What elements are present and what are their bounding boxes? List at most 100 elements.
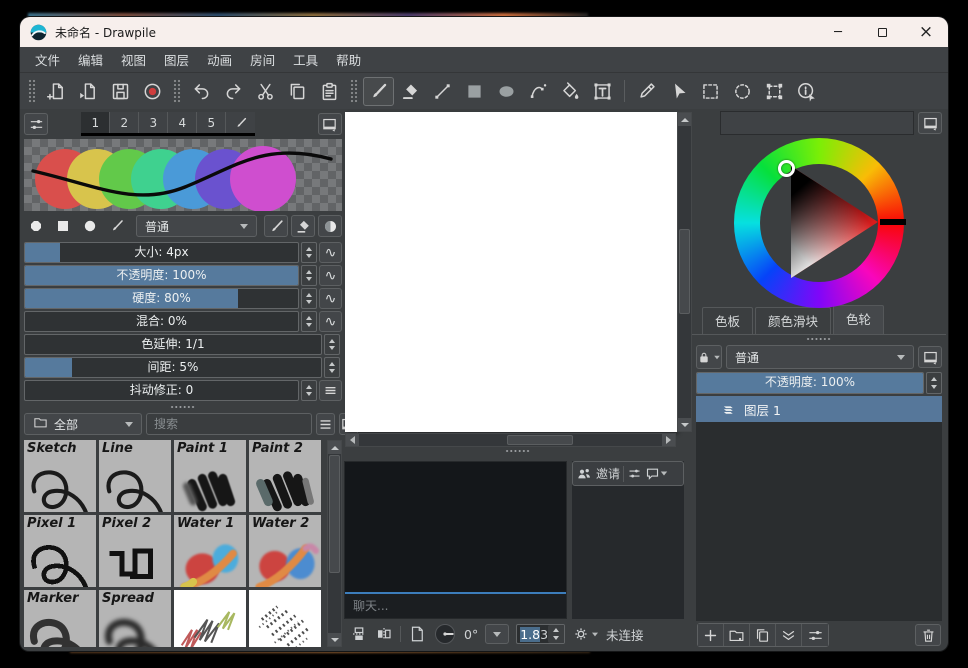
brush-preset-spread[interactable]: Spread <box>99 590 171 647</box>
pointer-tool-button[interactable] <box>663 77 694 106</box>
color-tab-0[interactable]: 色板 <box>702 307 753 334</box>
slider-0[interactable]: 大小: 4px <box>24 242 299 263</box>
add-group-button[interactable] <box>724 624 750 646</box>
brush-slot-2[interactable]: 2 <box>110 112 139 133</box>
menu-item-2[interactable]: 视图 <box>112 47 155 72</box>
select-lasso-tool-button[interactable] <box>727 77 758 106</box>
chat-splitter-handle[interactable] <box>344 447 692 455</box>
color-tab-1[interactable]: 颜色滑块 <box>755 307 831 334</box>
window-close-button[interactable]: × <box>904 17 948 47</box>
scroll-left-arrow[interactable] <box>346 434 359 446</box>
layer-row-0[interactable]: 图层 1 <box>696 396 942 422</box>
layer-properties-button[interactable] <box>802 624 828 646</box>
menu-item-5[interactable]: 房间 <box>241 47 284 72</box>
brush-settings-button[interactable] <box>24 113 48 135</box>
laser-tool-button[interactable] <box>791 77 822 106</box>
eraser-slot-tab[interactable] <box>226 112 255 133</box>
window-maximize-button[interactable] <box>860 17 904 47</box>
invite-button[interactable]: 邀请 <box>576 465 620 482</box>
colorpicker-tool-button[interactable] <box>631 77 662 106</box>
merge-down-button[interactable] <box>776 624 802 646</box>
transform-tool-button[interactable] <box>759 77 790 106</box>
brush-preset-sketch[interactable]: Sketch <box>24 440 96 512</box>
layer-splitter-handle[interactable] <box>692 335 946 343</box>
hue-cursor[interactable] <box>778 160 795 177</box>
menu-item-3[interactable]: 图层 <box>155 47 198 72</box>
brush-mode-button[interactable] <box>264 215 288 237</box>
layer-lock-button[interactable] <box>696 345 722 369</box>
flip-vertical-button[interactable] <box>350 625 368 643</box>
pressure-curve-button[interactable]: ∿ <box>319 242 342 263</box>
add-layer-button[interactable] <box>698 624 724 646</box>
paste-tool-button[interactable] <box>314 77 345 106</box>
record-tool-button[interactable] <box>137 77 168 106</box>
drawing-canvas[interactable] <box>345 112 677 432</box>
text-tool-button[interactable] <box>587 77 618 106</box>
nib-square[interactable] <box>51 215 75 237</box>
preset-scrollbar[interactable] <box>327 440 342 647</box>
slider-spinner[interactable] <box>301 311 317 332</box>
brush-slot-1[interactable]: 1 <box>81 112 110 133</box>
slider-menu-button[interactable] <box>319 380 342 401</box>
pressure-curve-button[interactable]: ∿ <box>319 265 342 286</box>
canvas-vscrollbar[interactable] <box>677 112 692 432</box>
menu-item-4[interactable]: 动画 <box>198 47 241 72</box>
toolbar-grip[interactable] <box>28 79 36 103</box>
menu-item-1[interactable]: 编辑 <box>69 47 112 72</box>
scroll-up-arrow[interactable] <box>678 113 691 126</box>
scroll-down-arrow[interactable] <box>328 633 341 646</box>
rotation-dropdown-button[interactable] <box>485 624 509 644</box>
brush-preset-pixel-2[interactable]: Pixel 2 <box>99 515 171 587</box>
slider-4[interactable]: 色延伸: 1/1 <box>24 334 322 355</box>
slider-2[interactable]: 硬度: 80% <box>24 288 299 309</box>
window-minimize-button[interactable]: ─ <box>816 17 860 47</box>
brush-preset-water-2[interactable]: Water 2 <box>249 515 321 587</box>
save-tool-button[interactable] <box>105 77 136 106</box>
cut-tool-button[interactable] <box>250 77 281 106</box>
opacity-spinner[interactable] <box>926 372 942 394</box>
brush-slot-4[interactable]: 4 <box>168 112 197 133</box>
brush-preset-pixel-1[interactable]: Pixel 1 <box>24 515 96 587</box>
saturation-triangle[interactable] <box>734 138 904 308</box>
preset-menu-button[interactable] <box>316 413 335 435</box>
chat-input[interactable] <box>345 592 566 618</box>
canvas-hscrollbar[interactable] <box>345 433 676 447</box>
color-dock-panel-button[interactable] <box>918 112 942 134</box>
rectangle-tool-button[interactable] <box>459 77 490 106</box>
flip-horizontal-button[interactable] <box>375 625 393 643</box>
zoom-options-button[interactable] <box>572 625 599 643</box>
brush-preview[interactable] <box>24 139 342 211</box>
nib-circle[interactable] <box>78 215 102 237</box>
copy-tool-button[interactable] <box>282 77 313 106</box>
ellipse-tool-button[interactable] <box>491 77 522 106</box>
user-list[interactable] <box>572 486 684 619</box>
brush-blend-dropdown[interactable]: 普通 <box>136 215 257 237</box>
rotation-dial[interactable] <box>433 622 457 646</box>
pressure-curve-button[interactable]: ∿ <box>319 311 342 332</box>
undo-tool-button[interactable] <box>186 77 217 106</box>
slider-6[interactable]: 抖动修正: 0 <box>24 380 299 401</box>
brush-dock-panel-button[interactable] <box>318 113 342 135</box>
fill-tool-button[interactable] <box>555 77 586 106</box>
select-rect-tool-button[interactable] <box>695 77 726 106</box>
brush-slot-5[interactable]: 5 <box>197 112 226 133</box>
slider-spinner[interactable] <box>301 265 317 286</box>
scroll-right-arrow[interactable] <box>662 434 675 446</box>
brush-preset-charcoal[interactable]: charcoal <box>249 590 321 647</box>
dock-splitter-handle[interactable] <box>24 403 342 411</box>
toolbar-grip[interactable] <box>350 79 358 103</box>
brush-preset-line[interactable]: Line <box>99 440 171 512</box>
eraser-tool-button[interactable] <box>395 77 426 106</box>
toolbar-grip[interactable] <box>173 79 181 103</box>
preset-filter-dropdown[interactable]: 全部 <box>24 413 142 435</box>
zoom-spinbox[interactable]: 1.83 <box>516 624 565 644</box>
open-file-tool-button[interactable] <box>73 77 104 106</box>
menu-item-0[interactable]: 文件 <box>26 47 69 72</box>
curve-tool-button[interactable] <box>523 77 554 106</box>
slider-3[interactable]: 混合: 0% <box>24 311 299 332</box>
brush-preset-water-1[interactable]: Water 1 <box>174 515 246 587</box>
delete-layer-button[interactable] <box>915 624 941 646</box>
scrollbar-thumb[interactable] <box>329 455 340 573</box>
scrollbar-thumb[interactable] <box>507 435 573 445</box>
brush-slot-3[interactable]: 3 <box>139 112 168 133</box>
